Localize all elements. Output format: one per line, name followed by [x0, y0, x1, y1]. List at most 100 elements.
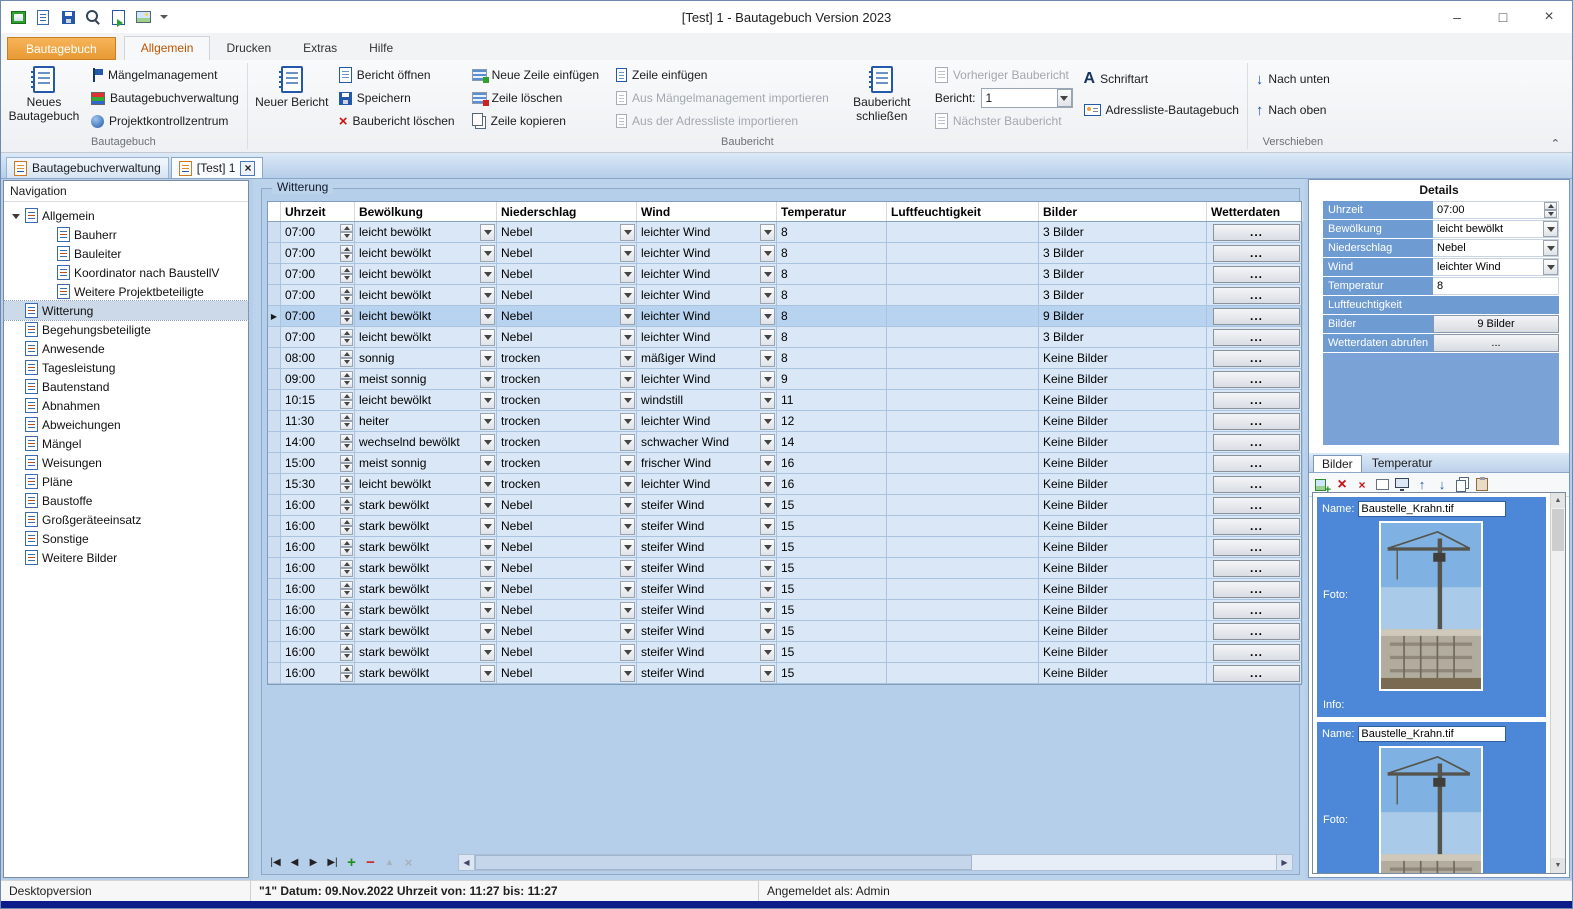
niederschlag-cell[interactable]: trocken [497, 411, 637, 431]
dropdown-arrow-icon[interactable] [620, 433, 635, 451]
dropdown-arrow-icon[interactable] [760, 475, 775, 493]
dropdown-arrow-icon[interactable] [620, 538, 635, 556]
details-tab[interactable]: Temperatur [1364, 455, 1441, 472]
document-tab[interactable]: Bautagebuchverwaltung [6, 157, 169, 178]
spin-up-icon[interactable] [340, 223, 353, 232]
nav-tree-item[interactable]: Abweichungen [4, 415, 248, 434]
preview-icon[interactable] [1393, 476, 1411, 493]
uhrzeit-cell[interactable]: 09:00 [281, 369, 355, 389]
dropdown-arrow-icon[interactable] [620, 370, 635, 388]
table-row[interactable]: 16:00 stark bewölkt Nebel steifer Wind 1… [268, 558, 1303, 579]
dropdown-arrow-icon[interactable] [480, 517, 495, 535]
spin-down-icon[interactable] [340, 547, 353, 556]
bewoelkung-cell[interactable]: stark bewölkt [355, 558, 497, 578]
temperatur-cell[interactable]: 8 [777, 243, 887, 263]
bilder-cell[interactable]: Keine Bilder [1039, 642, 1207, 662]
bilder-cell[interactable]: 3 Bilder [1039, 243, 1207, 263]
spin-up-icon[interactable] [340, 622, 353, 631]
nav-tree-item[interactable]: Weitere Bilder [4, 548, 248, 567]
field-value[interactable]: leichter Wind [1433, 258, 1559, 276]
time-spinner[interactable] [340, 433, 353, 451]
spin-up-icon[interactable] [340, 580, 353, 589]
nav-tree-item[interactable]: Mängel [4, 434, 248, 453]
uhrzeit-cell[interactable]: 16:00 [281, 495, 355, 515]
temperatur-cell[interactable]: 16 [777, 453, 887, 473]
table-row[interactable]: 16:00 stark bewölkt Nebel steifer Wind 1… [268, 642, 1303, 663]
spin-up-icon[interactable] [340, 370, 353, 379]
bilder-cell[interactable]: 3 Bilder [1039, 285, 1207, 305]
dropdown-arrow-icon[interactable] [480, 580, 495, 598]
niederschlag-cell[interactable]: trocken [497, 369, 637, 389]
zeile-loeschen-button[interactable]: Zeile löschen [468, 88, 603, 108]
uhrzeit-cell[interactable]: 16:00 [281, 600, 355, 620]
column-header[interactable]: Wetterdaten [1207, 202, 1303, 221]
luftfeuchtigkeit-cell[interactable] [887, 516, 1039, 536]
dropdown-arrow-icon[interactable] [620, 307, 635, 325]
wind-cell[interactable]: leichter Wind [637, 306, 777, 326]
spin-up-icon[interactable] [340, 538, 353, 547]
wind-cell[interactable]: schwacher Wind [637, 432, 777, 452]
move-down-icon[interactable] [1433, 476, 1451, 493]
table-row[interactable]: 07:00 leicht bewölkt Nebel [268, 327, 1303, 348]
view-image-icon[interactable] [1373, 476, 1391, 493]
luftfeuchtigkeit-cell[interactable] [887, 243, 1039, 263]
dropdown-arrow-icon[interactable] [480, 370, 495, 388]
bilder-cell[interactable]: Keine Bilder [1039, 621, 1207, 641]
dropdown-arrow-icon[interactable] [620, 328, 635, 346]
niederschlag-cell[interactable]: Nebel [497, 327, 637, 347]
time-spinner[interactable] [340, 622, 353, 640]
neue-zeile-einfuegen-button[interactable]: Neue Zeile einfügen [468, 65, 603, 85]
wetterdaten-button[interactable]: ... [1213, 622, 1300, 640]
wetterdaten-button[interactable]: ... [1213, 391, 1300, 409]
time-spinner[interactable] [340, 223, 353, 241]
nav-tree-item[interactable]: Sonstige [4, 529, 248, 548]
luftfeuchtigkeit-cell[interactable] [887, 495, 1039, 515]
dropdown-arrow-icon[interactable] [620, 496, 635, 514]
temperatur-cell[interactable]: 15 [777, 516, 887, 536]
column-header[interactable]: Luftfeuchtigkeit [887, 202, 1039, 221]
table-row[interactable]: 07:00 leicht bewölkt Nebel [268, 285, 1303, 306]
uhrzeit-cell[interactable]: 11:30 [281, 411, 355, 431]
niederschlag-cell[interactable]: trocken [497, 474, 637, 494]
bilder-cell[interactable]: Keine Bilder [1039, 453, 1207, 473]
column-header[interactable]: Uhrzeit [281, 202, 355, 221]
wind-cell[interactable]: steifer Wind [637, 537, 777, 557]
table-row[interactable]: 16:00 stark bewölkt Nebel steifer Wind 1… [268, 579, 1303, 600]
dropdown-arrow-icon[interactable] [620, 580, 635, 598]
dropdown-arrow-icon[interactable] [480, 412, 495, 430]
scrollbar-track[interactable] [475, 854, 1276, 871]
column-header[interactable]: Wind [637, 202, 777, 221]
zeile-einfuegen-button[interactable]: Zeile einfügen [612, 65, 833, 85]
ribbon-tab[interactable]: Hilfe [353, 37, 409, 60]
time-spinner[interactable] [340, 601, 353, 619]
temperatur-cell[interactable]: 15 [777, 558, 887, 578]
time-spinner[interactable] [340, 265, 353, 283]
dropdown-arrow-icon[interactable] [760, 349, 775, 367]
luftfeuchtigkeit-cell[interactable] [887, 411, 1039, 431]
dropdown-arrow-icon[interactable] [620, 412, 635, 430]
image-name-input[interactable] [1358, 726, 1507, 742]
luftfeuchtigkeit-cell[interactable] [887, 537, 1039, 557]
image-list-item[interactable]: Name: Foto: Info: [1317, 722, 1546, 873]
dropdown-arrow-icon[interactable] [760, 643, 775, 661]
bewoelkung-cell[interactable]: leicht bewölkt [355, 327, 497, 347]
dropdown-arrow-icon[interactable] [620, 559, 635, 577]
table-row[interactable]: 08:00 sonnig trocken mäßiger Wind 8 Kein… [268, 348, 1303, 369]
adressliste-bautagebuch-button[interactable]: Adressliste-Bautagebuch [1080, 100, 1243, 120]
bilder-cell[interactable]: 3 Bilder [1039, 327, 1207, 347]
add-image-icon[interactable] [1313, 476, 1331, 496]
niederschlag-cell[interactable]: trocken [497, 390, 637, 410]
spin-up-icon[interactable] [1544, 202, 1557, 210]
niederschlag-cell[interactable]: Nebel [497, 579, 637, 599]
dropdown-arrow-icon[interactable] [620, 475, 635, 493]
niederschlag-cell[interactable]: Nebel [497, 642, 637, 662]
spin-down-icon[interactable] [340, 400, 353, 409]
nav-tree-item[interactable]: Bauherr [4, 225, 248, 244]
spin-down-icon[interactable] [340, 421, 353, 430]
spin-up-icon[interactable] [340, 307, 353, 316]
table-row[interactable]: 16:00 stark bewölkt Nebel steifer Wind 1… [268, 537, 1303, 558]
tree-expander-icon[interactable] [10, 209, 21, 223]
delete-image-icon[interactable] [1333, 476, 1351, 493]
time-spinner[interactable] [340, 664, 353, 682]
spin-down-icon[interactable] [340, 589, 353, 598]
